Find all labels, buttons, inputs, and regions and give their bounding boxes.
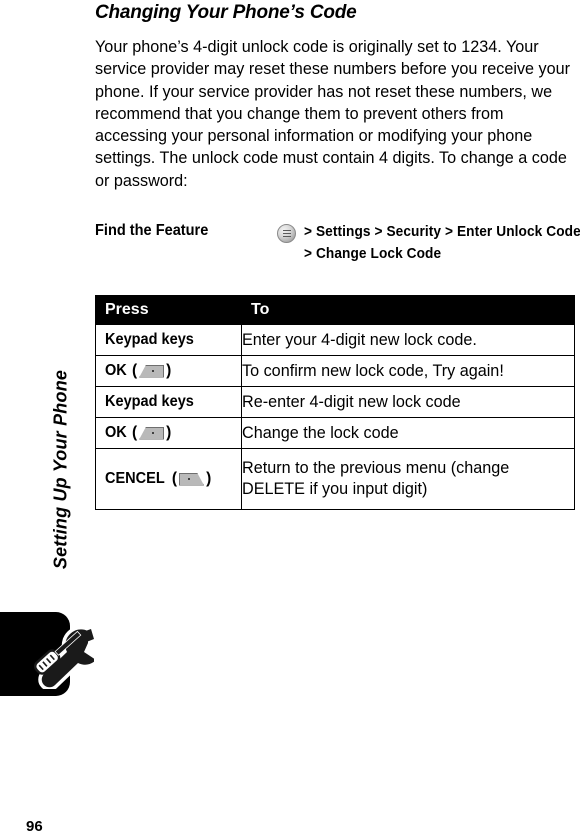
feature-path-line-2: > Change Lock Code [304,245,442,262]
press-label: OK [105,362,127,379]
table-row: Keypad keys Re-enter 4-digit new lock co… [95,386,575,418]
menu-icon-bar [282,236,291,238]
menu-icon-bar [282,230,291,232]
table-header-row: Press To [95,295,575,325]
softkey-right-icon-group: ( ) [172,470,211,488]
press-cell-content: Keypad keys [96,331,241,349]
softkey-dot [151,431,155,435]
body-paragraph: Your phone’s 4-digit unlock code is orig… [95,38,571,190]
cell-press: CENCEL ( ) [95,448,242,510]
column-header-press: Press [95,295,242,325]
press-label: Keypad keys [105,393,194,410]
column-header-press-label: Press [105,301,149,318]
find-the-feature-block: Find the Feature > Settings > Security >… [95,222,580,282]
press-cell-content: Keypad keys [96,393,241,411]
column-header-to: To [241,295,575,325]
press-cell-content: CENCEL ( ) [96,470,241,488]
softkey-left-icon-group: ( ) [132,424,171,442]
cell-to: Re-enter 4-digit new lock code [241,386,575,418]
cell-to: Return to the previous menu (change DELE… [241,448,575,510]
press-label: CENCEL [105,470,165,487]
cell-to: Enter your 4-digit new lock code. [241,324,575,356]
cell-press: Keypad keys [95,324,242,356]
press-label: Keypad keys [105,331,194,348]
paren-open: ( [131,424,138,441]
press-to-table: Press To Keypad keys Enter your 4-digit … [95,295,575,510]
softkey-right-icon [179,472,205,486]
cell-to: Change the lock code [241,417,575,449]
feature-path-line-1: > Settings > Security > Enter Unlock Cod… [304,223,580,240]
paren-close: ) [166,362,172,379]
press-label: OK [105,424,127,441]
column-header-to-label: To [251,301,270,318]
paren-close: ) [206,470,212,487]
menu-circle-icon [277,224,296,243]
sidebar-chapter-title: Setting Up Your Phone [50,369,71,570]
cell-press: OK ( ) [95,417,242,449]
tools-wrench-screwdriver-icon [33,627,94,689]
paren-open: ( [131,362,138,379]
softkey-left-icon [139,426,165,440]
page-number: 96 [26,818,43,835]
press-cell-content: OK ( ) [96,424,241,442]
paren-close: ) [166,424,172,441]
table-row: Keypad keys Enter your 4-digit new lock … [95,324,575,356]
menu-icon-bar [282,233,291,235]
softkey-left-icon [139,364,165,378]
cell-press: Keypad keys [95,386,242,418]
cell-press: OK ( ) [95,355,242,387]
cell-to: To confirm new lock code, Try again! [241,355,575,387]
press-cell-content: OK ( ) [96,362,241,380]
find-the-feature-label: Find the Feature [95,222,209,239]
table-row: OK ( ) To confirm new lock code, Try aga… [95,355,575,387]
softkey-dot [187,477,191,481]
table-row: OK ( ) Change the lock code [95,417,575,449]
softkey-left-icon-group: ( ) [132,362,171,380]
page-title: Changing Your Phone’s Code [95,2,357,23]
softkey-dot [151,369,155,373]
table-row: CENCEL ( ) Return to the previous menu (… [95,448,575,510]
paren-open: ( [171,470,178,487]
